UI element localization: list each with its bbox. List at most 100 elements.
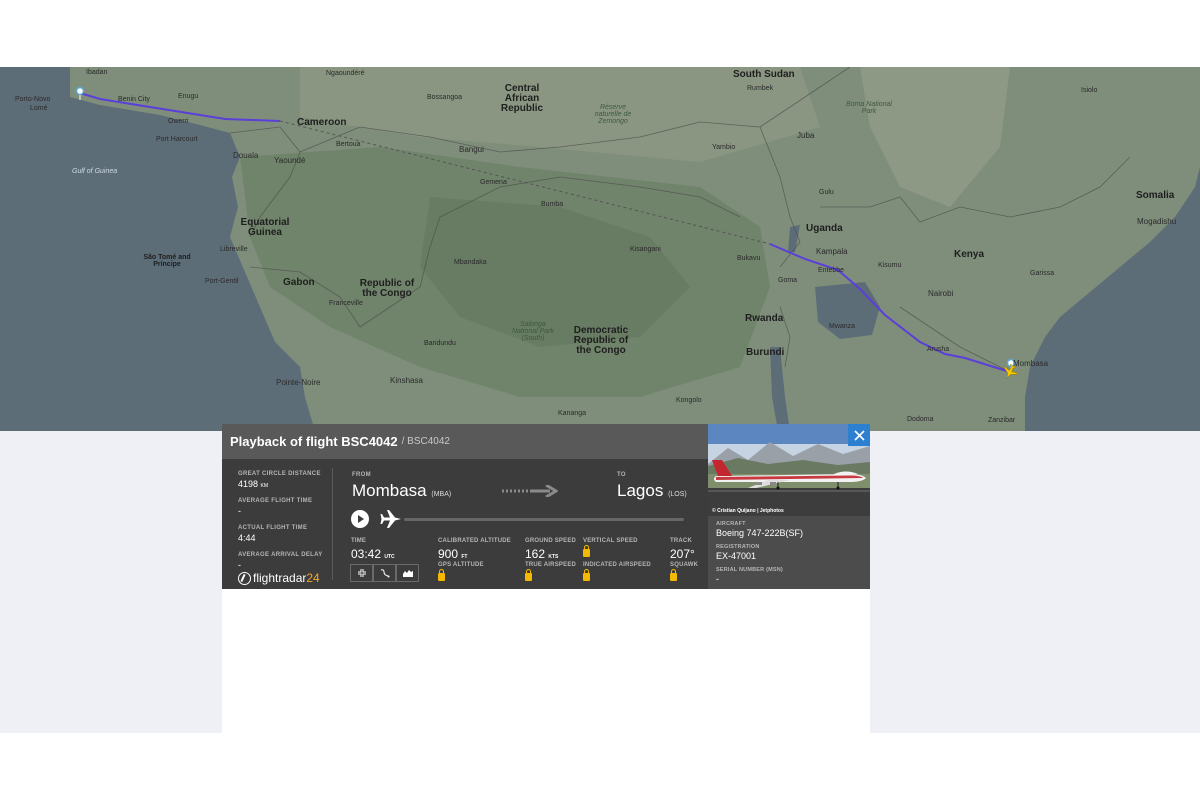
country-label: Uganda <box>806 223 843 234</box>
registration-value[interactable]: EX-47001 <box>716 551 866 561</box>
lock-icon[interactable] <box>438 569 445 581</box>
country-label: Kenya <box>954 249 985 260</box>
stat-value: - <box>238 506 241 516</box>
playback-controls <box>350 508 690 530</box>
content-area <box>222 588 870 734</box>
gps-altitude-metric: GPS ALTITUDE <box>438 562 484 586</box>
city-label: Bumba <box>541 201 564 208</box>
city-label: Gulu <box>819 189 834 196</box>
city-label: Bangui <box>459 145 484 154</box>
city-label: Franceville <box>329 300 363 307</box>
city-label: Porto-Novo <box>15 96 51 103</box>
close-button[interactable] <box>848 424 870 446</box>
country-label: Republic of the Congo <box>359 278 415 299</box>
city-label: Ngaoundéré <box>326 70 365 77</box>
to-city[interactable]: Lagos (LOS) <box>617 481 687 501</box>
city-label: Yaoundé <box>274 156 306 165</box>
route-icon <box>380 569 389 578</box>
country-label: Gabon <box>283 277 315 288</box>
fullscreen-icon <box>357 569 366 577</box>
city-label: Goma <box>778 277 798 284</box>
lock-icon[interactable] <box>670 569 677 581</box>
flight-stats: GREAT CIRCLE DISTANCE 4198 KM AVERAGE FL… <box>222 459 334 589</box>
city-label: Isiolo <box>1081 87 1098 94</box>
serial-label: SERIAL NUMBER (MSN) <box>716 567 783 573</box>
country-label: Burundi <box>746 347 785 358</box>
lock-icon[interactable] <box>525 569 532 581</box>
city-label: Owerri <box>168 118 189 125</box>
city-label: Juba <box>797 131 815 140</box>
park-label: Réserve naturelle de Zemongo <box>594 104 632 125</box>
city-label: Bossangoa <box>427 94 463 101</box>
photo-credit[interactable]: © Cristian Quijano | Jetphotos <box>712 508 784 514</box>
aircraft-type[interactable]: Boeing 747-222B(SF) <box>716 528 866 538</box>
flightradar24-logo[interactable]: flightradar 24 <box>238 571 320 585</box>
stat-value: 4198 KM <box>238 479 269 489</box>
radar-icon <box>238 571 251 585</box>
aircraft-photo-image <box>708 424 870 516</box>
city-label: Ibadan <box>86 69 108 76</box>
city-label: Nairobi <box>928 289 954 298</box>
city-label: Dodoma <box>907 416 934 423</box>
city-label: Mombasa <box>1013 359 1049 368</box>
aircraft-info: AIRCRAFT Boeing 747-222B(SF) REGISTRATIO… <box>716 521 866 590</box>
aircraft-label: AIRCRAFT <box>716 521 746 527</box>
plane-icon[interactable] <box>380 509 402 529</box>
city-label: Mbandaka <box>454 259 487 266</box>
to-label: TO <box>617 472 626 478</box>
playback-panel: Playback of flight BSC4042 / BSC4042 GRE… <box>222 424 870 589</box>
panel-header: Playback of flight BSC4042 / BSC4042 <box>222 424 708 459</box>
city-label: Pointe-Noire <box>276 378 321 387</box>
from-city[interactable]: Mombasa (MBA) <box>352 481 451 501</box>
vertical-speed-metric: VERTICAL SPEED <box>583 538 638 562</box>
play-button[interactable] <box>351 510 369 528</box>
country-label: São Tomé and Príncipe <box>143 254 191 268</box>
city-label: Port Harcourt <box>156 136 198 143</box>
lock-icon[interactable] <box>583 569 590 581</box>
serial-value: - <box>716 574 719 584</box>
route-arrow-icon <box>502 485 558 497</box>
stat-value: - <box>238 560 241 570</box>
page: South Sudan Central African Republic Cam… <box>0 0 1200 800</box>
stat-label: GREAT CIRCLE DISTANCE <box>238 471 321 477</box>
divider <box>332 468 333 580</box>
panel-subtitle: / BSC4042 <box>401 436 450 447</box>
country-label: Cameroon <box>297 117 347 128</box>
city-label: Libreville <box>220 246 248 253</box>
city-label: Yambio <box>712 144 736 151</box>
lock-icon[interactable] <box>583 545 590 557</box>
city-label: Bertoua <box>336 141 361 148</box>
sea-label: Gulf of Guinea <box>72 168 118 175</box>
country-label: Rwanda <box>745 313 784 324</box>
city-label: Douala <box>233 151 259 160</box>
city-label: Kongolo <box>676 397 702 404</box>
city-label: Rumbek <box>747 85 774 92</box>
view-controls <box>350 564 419 582</box>
stat-label: AVERAGE ARRIVAL DELAY <box>238 552 323 558</box>
stat-label: AVERAGE FLIGHT TIME <box>238 498 313 504</box>
country-label: Somalia <box>1136 190 1175 201</box>
city-label: Port-Gentil <box>205 278 239 285</box>
city-label: Bandundu <box>424 340 456 347</box>
indicated-airspeed-metric: INDICATED AIRSPEED <box>583 562 651 586</box>
playback-slider[interactable] <box>404 518 684 521</box>
city-label: Gemena <box>480 179 507 186</box>
close-icon <box>853 429 865 441</box>
route-summary: FROM Mombasa (MBA) TO Lagos (LOS) <box>352 459 692 509</box>
country-label: Equatorial Guinea <box>240 217 290 238</box>
ground-speed-metric: GROUND SPEED 162 KTS <box>525 538 577 561</box>
squawk-metric: SQUAWK <box>670 562 698 586</box>
stat-value: 4:44 <box>238 533 256 543</box>
city-label: Mogadishu <box>1137 217 1177 226</box>
city-label: Zanzibar <box>988 417 1016 424</box>
city-label: Enugu <box>178 93 199 100</box>
fullscreen-button[interactable] <box>350 564 373 582</box>
chart-button[interactable] <box>396 564 419 582</box>
time-metric: TIME 03:42 UTC <box>351 538 395 561</box>
aircraft-photo[interactable]: © Cristian Quijano | Jetphotos <box>708 424 870 516</box>
city-label: Lomé <box>30 105 48 112</box>
flight-map[interactable]: South Sudan Central African Republic Cam… <box>0 67 1200 431</box>
from-label: FROM <box>352 472 371 478</box>
route-button[interactable] <box>373 564 396 582</box>
country-label: South Sudan <box>733 69 795 80</box>
